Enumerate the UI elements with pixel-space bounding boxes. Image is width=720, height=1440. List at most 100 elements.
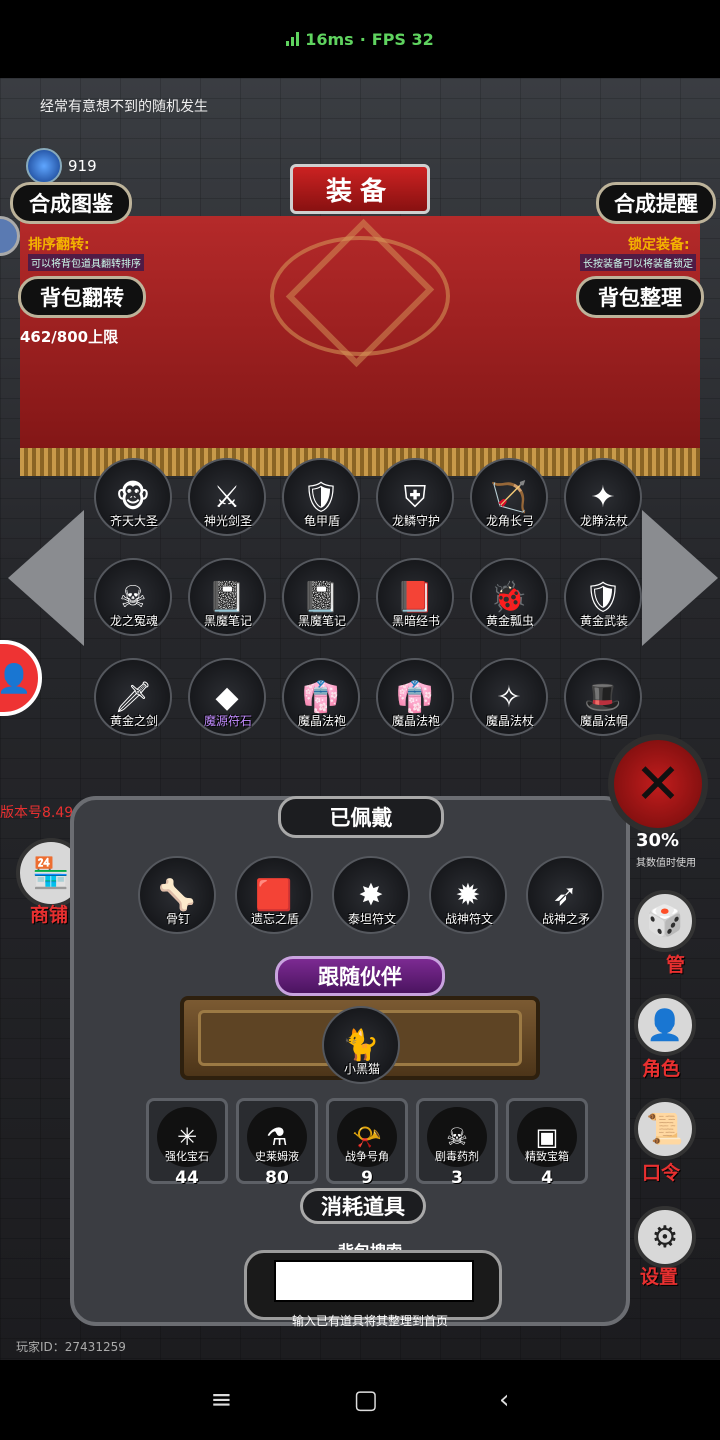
page-title: 装备 [290, 164, 430, 214]
inventory-item[interactable]: 📕 黑暗经书 [376, 558, 456, 638]
shield-icon: 🟥 [255, 877, 293, 913]
settings-button[interactable]: ⚙ [634, 1206, 696, 1268]
scroll-icon: 📜 [646, 1111, 684, 1147]
back-icon[interactable]: ‹ [499, 1385, 509, 1415]
equipped-item[interactable]: 🦴 骨钉 [138, 856, 218, 936]
equipped-item-label: 战神符文 [444, 912, 493, 926]
inventory-item-label: 魔晶法袍 [391, 714, 440, 728]
equipped-item[interactable]: ✸ 泰坦符文 [332, 856, 412, 936]
role-label: 角色 [642, 1058, 681, 1080]
inventory-item[interactable]: 👘 魔晶法袍 [282, 658, 362, 738]
inventory-item[interactable]: ⛨ 龙鳞守护 [376, 458, 456, 538]
hooded-figure-icon: 👤 [646, 1007, 684, 1043]
inventory-item[interactable]: ✦ 龙睁法杖 [564, 458, 644, 538]
role-button[interactable]: 👤 [634, 994, 696, 1056]
dragon-scale-icon: ⛨ [403, 479, 427, 515]
inventory-item-label: 龟甲盾 [303, 514, 340, 528]
inventory-item-label: 黄金武装 [579, 614, 628, 628]
consumable-item[interactable]: ▣ 精致宝箱 4 [506, 1098, 588, 1194]
inventory-item[interactable]: 🐵 齐天大圣 [94, 458, 174, 538]
inventory-item[interactable]: 👘 魔晶法袍 [376, 658, 456, 738]
manager-label: 管 [666, 954, 686, 976]
bag-flip-button[interactable]: 背包翻转 [18, 276, 146, 318]
consumable-count: 80 [265, 1168, 289, 1188]
consumable-item[interactable]: 📯 战争号角 9 [326, 1098, 408, 1194]
manager-button[interactable]: 🎲 [634, 890, 696, 952]
turtle-shield-icon: 🛡 [301, 479, 341, 515]
inventory-item[interactable]: 🛡 黄金武装 [564, 558, 644, 638]
equipped-item-label: 战神之矛 [541, 912, 590, 926]
horn-icon: 📯 [352, 1123, 382, 1151]
search-input[interactable] [274, 1260, 474, 1302]
inventory-item[interactable]: 🏹 龙角长弓 [470, 458, 550, 538]
synth-catalog-button[interactable]: 合成图鉴 [10, 182, 132, 224]
rune-icon: ✹ [455, 877, 481, 913]
staff-icon: ✦ [590, 479, 616, 515]
inventory-item-label: 黑魔笔记 [297, 614, 346, 628]
inventory-item-label: 魔晶法杖 [485, 714, 534, 728]
consumable-item[interactable]: ✳ 强化宝石 44 [146, 1098, 228, 1194]
bag-sort-button[interactable]: 背包整理 [576, 276, 704, 318]
inventory-item[interactable]: ☠ 龙之冤魂 [94, 558, 174, 638]
equipped-title: 已佩戴 [278, 796, 444, 838]
consumable-label: 剧毒药剂 [435, 1150, 479, 1163]
close-button[interactable]: ✕ [608, 734, 708, 834]
equipped-item[interactable]: 🟥 遗忘之盾 [235, 856, 315, 936]
consumable-count: 9 [361, 1168, 373, 1188]
search-hint: 输入已有道具将其整理到首页 [291, 1314, 448, 1328]
inventory-item[interactable]: ◆ 魔源符石 [188, 658, 268, 738]
synth-reminder-button[interactable]: 合成提醒 [596, 182, 716, 224]
consumable-item[interactable]: ☠ 剧毒药剂 3 [416, 1098, 498, 1194]
bonus-percent-sub: 其数值时使用 [636, 858, 696, 869]
equipped-item[interactable]: ✹ 战神符文 [429, 856, 509, 936]
latency: 16ms [305, 29, 354, 49]
inventory-item[interactable]: 🗡 黄金之剑 [94, 658, 174, 738]
inventory-item-label: 黄金瓢虫 [485, 614, 534, 628]
network-stats: 16ms · FPS 32 [286, 30, 434, 49]
gem-count: 919 [68, 157, 97, 175]
inventory-item[interactable]: 🎩 魔晶法帽 [564, 658, 644, 738]
person-icon: 👤 [0, 661, 32, 695]
companion-slot[interactable]: 🐈 小黑猫 [322, 1006, 402, 1086]
bone-nail-icon: 🦴 [158, 877, 196, 913]
inventory-item[interactable]: 📓 黑魔笔记 [188, 558, 268, 638]
sort-flip-sub: 可以将背包道具翻转排序 [28, 254, 144, 271]
consumable-count: 4 [541, 1168, 553, 1188]
book-icon: 📓 [302, 579, 340, 615]
equipped-item[interactable]: ➶ 战神之矛 [526, 856, 606, 936]
lock-sub: 长按装备可以将装备锁定 [580, 254, 696, 271]
inventory-item-label: 黑暗经书 [391, 614, 440, 628]
inventory-item[interactable]: ✧ 魔晶法杖 [470, 658, 550, 738]
potion-icon: ⚗ [266, 1123, 288, 1151]
inventory-item-label: 魔源符石 [203, 714, 252, 728]
inventory-item[interactable]: 🛡 龟甲盾 [282, 458, 362, 538]
cat-icon: 🐈 [342, 1027, 380, 1063]
separator: · [359, 29, 366, 49]
rune-stone-icon: ◆ [215, 679, 239, 715]
prev-page-arrow-icon[interactable] [8, 510, 84, 646]
inventory-item-label: 魔晶法帽 [579, 714, 628, 728]
armor-icon: 🛡 [583, 579, 623, 615]
equipped-item-label: 泰坦符文 [347, 912, 396, 926]
gear-icon: ⚙ [651, 1219, 679, 1255]
code-button[interactable]: 📜 [634, 1098, 696, 1160]
inventory-item-label: 神光剑圣 [203, 514, 252, 528]
gem-icon: ✳ [176, 1123, 198, 1151]
ladybug-icon: 🐞 [490, 579, 528, 615]
consumable-item[interactable]: ⚗ 史莱姆液 80 [236, 1098, 318, 1194]
inventory-item-label: 龙之冤魂 [109, 614, 158, 628]
dice-icon: 🎲 [646, 903, 684, 939]
home-icon[interactable]: ▢ [353, 1385, 378, 1415]
bag-capacity: 462/800上限 [20, 328, 119, 346]
chest-icon: ▣ [535, 1123, 559, 1151]
version-label: 版本号8.49 [0, 805, 74, 821]
consumable-label: 精致宝箱 [525, 1150, 569, 1163]
inventory-item[interactable]: 🐞 黄金瓢虫 [470, 558, 550, 638]
game-screen: 经常有意想不到的随机发生 919 装备 合成图鉴 合成提醒 排序翻转: 可以将背… [0, 78, 720, 1360]
inventory-item[interactable]: 📓 黑魔笔记 [282, 558, 362, 638]
menu-icon[interactable]: ≡ [211, 1385, 233, 1415]
inventory-item[interactable]: ⚔ 神光剑圣 [188, 458, 268, 538]
system-nav-bar: ≡ ▢ ‹ [0, 1360, 720, 1440]
equipped-item-label: 遗忘之盾 [250, 912, 299, 926]
gem-icon [26, 148, 62, 184]
